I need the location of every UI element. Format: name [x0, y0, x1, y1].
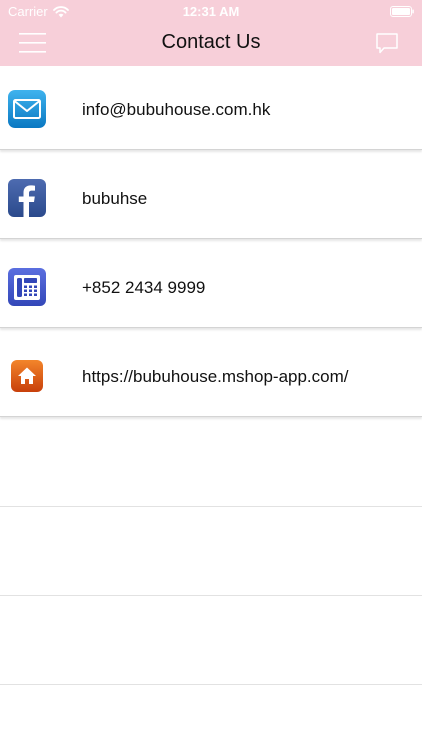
empty-row: [0, 596, 422, 685]
navigation-bar: Contact Us: [0, 22, 422, 66]
status-time: 12:31 AM: [182, 4, 240, 19]
page-title: Contact Us: [161, 31, 261, 53]
status-bar: Carrier 12:31 AM: [0, 0, 422, 22]
phone-icon: [8, 268, 46, 306]
facebook-icon: [8, 179, 46, 217]
contact-row-website[interactable]: https://bubuhouse.mshop-app.com/: [0, 333, 422, 417]
empty-row: [0, 507, 422, 596]
home-icon: [8, 357, 46, 395]
contact-list: info@bubuhouse.com.hk bubuhse +852 2434 …: [0, 66, 422, 422]
contact-email-text: info@bubuhouse.com.hk: [82, 100, 271, 119]
email-icon: [8, 90, 46, 128]
empty-row: [0, 418, 422, 507]
empty-list-area: [0, 418, 422, 685]
contact-row-facebook[interactable]: bubuhse: [0, 155, 422, 239]
battery-icon: [390, 6, 414, 17]
contact-facebook-text: bubuhse: [82, 189, 148, 208]
chat-icon[interactable]: [376, 33, 398, 54]
contact-row-phone[interactable]: +852 2434 9999: [0, 244, 422, 328]
contact-phone-text: +852 2434 9999: [82, 278, 206, 297]
contact-row-email[interactable]: info@bubuhouse.com.hk: [0, 66, 422, 150]
contact-website-text: https://bubuhouse.mshop-app.com/: [82, 367, 349, 386]
top-bar: Carrier 12:31 AM Contact Us: [0, 0, 422, 67]
contact-us-screen: Carrier 12:31 AM Contact Us info@bubuhou…: [0, 0, 422, 750]
